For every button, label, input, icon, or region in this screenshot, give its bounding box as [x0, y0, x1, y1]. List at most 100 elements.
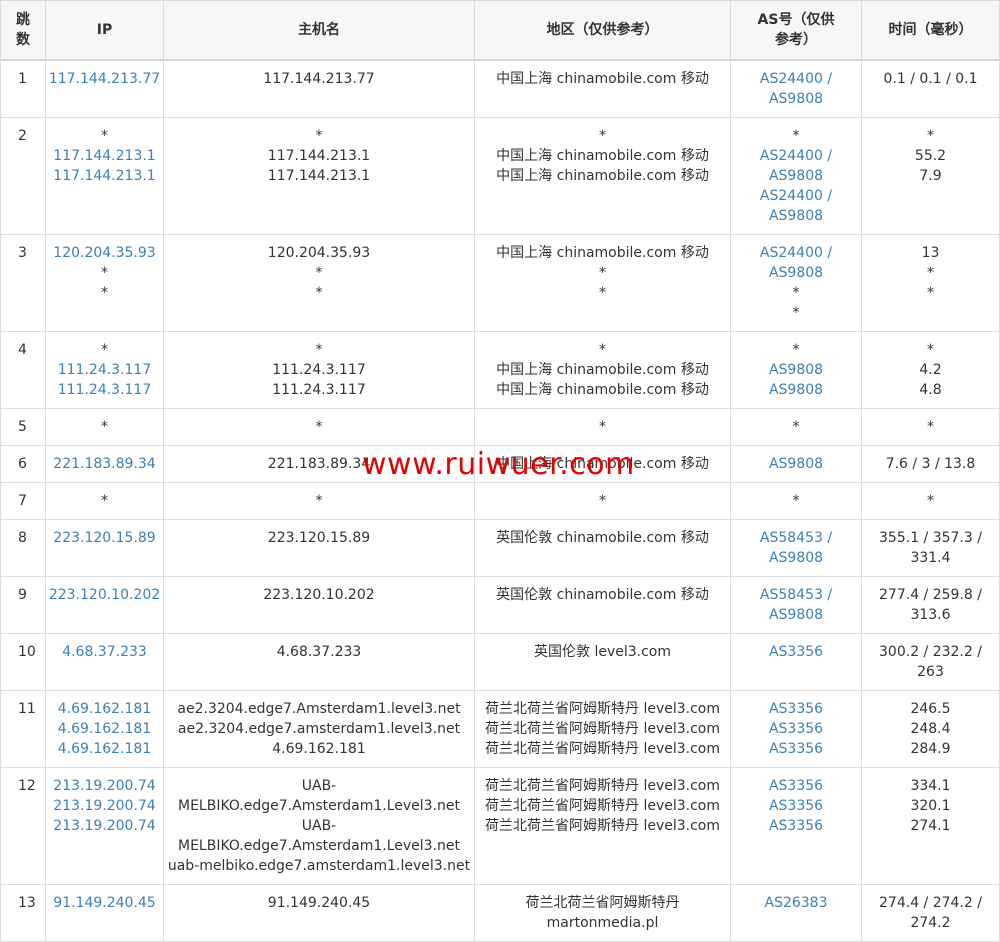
cell-line: 英国伦敦 chinamobile.com 移动: [496, 530, 709, 546]
cell-line: 355.1 / 357.3 /: [879, 530, 982, 546]
cell-line: 荷兰北荷兰省阿姆斯特丹 level3.com: [485, 721, 720, 737]
as-link[interactable]: AS9808: [769, 208, 823, 224]
as-link[interactable]: AS3356: [769, 644, 823, 660]
cell-line: 223.120.10.202: [263, 587, 375, 603]
cell-line: uab-melbiko.edge7.amsterdam1.level3.net: [167, 858, 471, 874]
cell-line: 331.4: [910, 550, 951, 566]
ip-link[interactable]: 213.19.200.74: [53, 798, 155, 814]
as-link[interactable]: AS9808: [769, 362, 823, 378]
ip-link[interactable]: 221.183.89.34: [53, 456, 155, 472]
cell-line: 55.2: [914, 148, 947, 164]
ip-link[interactable]: 111.24.3.117: [58, 362, 152, 378]
traceroute-table: 跳数 IP 主机名 地区（仅供参考） AS号（仅供参考） 时间（毫秒） 1 117…: [0, 0, 1000, 942]
as-link[interactable]: AS3356: [769, 741, 823, 757]
cell-line: AS9808: [731, 548, 861, 568]
as-link[interactable]: AS26383: [765, 895, 828, 911]
as-link[interactable]: AS9808: [769, 265, 823, 281]
as-cell: AS24400 / AS9808 * *: [730, 234, 862, 332]
ip-link[interactable]: 4.69.162.181: [58, 741, 152, 757]
cell-line: 213.19.200.74: [46, 776, 163, 796]
cell-line: 120.204.35.93: [267, 245, 371, 261]
cell-line: *: [599, 285, 606, 301]
cell-line: 中国上海 chinamobile.com 移动: [496, 362, 709, 378]
region-cell: * 中国上海 chinamobile.com 移动 中国上海 chinamobile…: [474, 331, 731, 409]
ip-link[interactable]: 117.144.213.77: [49, 71, 160, 87]
as-link[interactable]: AS3356: [769, 778, 823, 794]
cell-line: *: [599, 419, 606, 435]
ip-cell: 223.120.15.89: [45, 519, 164, 577]
as-link[interactable]: AS58453 /: [760, 587, 832, 603]
table-row: 11 4.69.162.181 4.69.162.181 4.69.162.181 ae…: [0, 690, 1000, 768]
cell-line: AS24400 /: [731, 69, 861, 89]
ip-link[interactable]: 117.144.213.1: [53, 148, 155, 164]
header-hop: 跳数: [0, 0, 46, 61]
as-link[interactable]: AS9808: [769, 456, 823, 472]
cell-line: *: [792, 305, 800, 321]
cell-line: 223.120.15.89: [46, 528, 163, 548]
table-row: 6 221.183.89.34 221.183.89.34 中国上海 chinamob…: [0, 445, 1000, 483]
as-link[interactable]: AS58453 /: [760, 530, 832, 546]
hostname-cell: *: [163, 408, 475, 446]
time-cell: 274.4 / 274.2 / 274.2: [861, 884, 1000, 942]
as-link[interactable]: AS3356: [769, 798, 823, 814]
cell-line: 0.1 / 0.1 / 0.1: [883, 71, 978, 87]
ip-link[interactable]: 213.19.200.74: [53, 818, 155, 834]
cell-line: 4.68.37.233: [46, 642, 163, 662]
ip-cell: 4.69.162.181 4.69.162.181 4.69.162.181: [45, 690, 164, 768]
ip-link[interactable]: 223.120.15.89: [53, 530, 155, 546]
ip-link[interactable]: 4.69.162.181: [58, 721, 152, 737]
as-cell: AS26383: [730, 884, 862, 942]
header-time: 时间（毫秒）: [861, 0, 1000, 61]
cell-line: 荷兰北荷兰省阿姆斯特丹 level3.com: [485, 818, 720, 834]
region-cell: 英国伦敦 chinamobile.com 移动: [474, 576, 731, 634]
hop-cell: 2: [0, 117, 46, 235]
table-body: 1 117.144.213.77 117.144.213.77 中国上海 chinam…: [0, 59, 1000, 942]
as-link[interactable]: AS24400 /: [760, 148, 832, 164]
table-header-row: 跳数 IP 主机名 地区（仅供参考） AS号（仅供参考） 时间（毫秒）: [0, 0, 1000, 61]
cell-line: 4.69.162.181: [46, 739, 163, 759]
ip-link[interactable]: 91.149.240.45: [53, 895, 155, 911]
region-cell: 荷兰北荷兰省阿姆斯特丹 martonmedia.pl: [474, 884, 731, 942]
cell-line: 4.69.162.181: [46, 699, 163, 719]
as-link[interactable]: AS3356: [769, 721, 823, 737]
time-cell: 334.1 320.1 274.1: [861, 767, 1000, 885]
cell-line: *: [101, 419, 108, 435]
cell-line: AS3356: [731, 642, 861, 662]
ip-link[interactable]: 4.69.162.181: [58, 701, 152, 717]
ip-link[interactable]: 117.144.213.1: [53, 168, 155, 184]
as-link[interactable]: AS3356: [769, 701, 823, 717]
cell-line: *: [927, 342, 934, 358]
as-cell: AS3356: [730, 633, 862, 691]
cell-line: 221.183.89.34: [267, 456, 371, 472]
ip-link[interactable]: 213.19.200.74: [53, 778, 155, 794]
as-link[interactable]: AS9808: [769, 607, 823, 623]
cell-line: 120.204.35.93: [46, 243, 163, 263]
as-link[interactable]: AS9808: [769, 168, 823, 184]
cell-line: 中国上海 chinamobile.com 移动: [496, 456, 709, 472]
as-link[interactable]: AS9808: [769, 550, 823, 566]
as-link[interactable]: AS24400 /: [760, 71, 832, 87]
cell-line: 英国伦敦 chinamobile.com 移动: [496, 587, 709, 603]
as-link[interactable]: AS9808: [769, 382, 823, 398]
cell-line: 7.9: [919, 168, 942, 184]
ip-link[interactable]: 223.120.10.202: [49, 587, 160, 603]
as-link[interactable]: AS9808: [769, 91, 823, 107]
cell-line: 117.144.213.1: [46, 146, 163, 166]
ip-link[interactable]: 111.24.3.117: [58, 382, 152, 398]
ip-cell: 91.149.240.45: [45, 884, 164, 942]
as-cell: AS58453 / AS9808: [730, 576, 862, 634]
cell-line: *: [599, 342, 606, 358]
ip-link[interactable]: 120.204.35.93: [53, 245, 155, 261]
cell-line: *: [792, 419, 800, 435]
cell-line: 300.2 / 232.2 /: [879, 644, 982, 660]
ip-link[interactable]: 4.68.37.233: [62, 644, 147, 660]
table-row: 8 223.120.15.89 223.120.15.89 英国伦敦 chinamob…: [0, 519, 1000, 577]
cell-line: *: [927, 265, 934, 281]
cell-line: 中国上海 chinamobile.com 移动: [496, 245, 709, 261]
as-link[interactable]: AS24400 /: [760, 188, 832, 204]
as-link[interactable]: AS3356: [769, 818, 823, 834]
hop-cell: 9: [0, 576, 46, 634]
cell-line: 中国上海 chinamobile.com 移动: [496, 71, 709, 87]
ip-cell: 4.68.37.233: [45, 633, 164, 691]
as-link[interactable]: AS24400 /: [760, 245, 832, 261]
